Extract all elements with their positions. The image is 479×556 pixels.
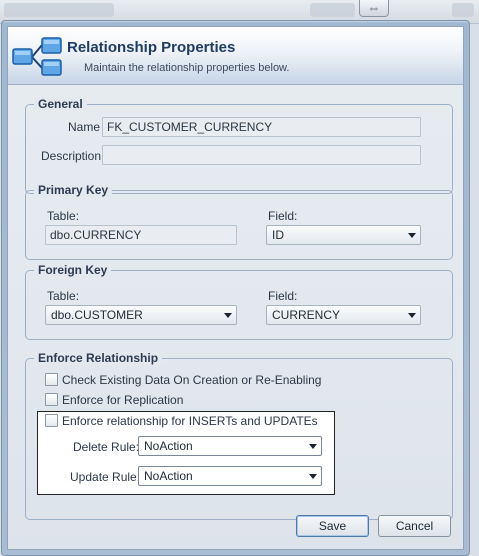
delete-rule-dropdown[interactable]: NoAction [138, 436, 322, 456]
check-existing-checkbox[interactable] [45, 373, 58, 386]
relationship-tables-icon [12, 37, 62, 76]
inserts-updates-label[interactable]: Enforce relationship for INSERTs and UPD… [62, 414, 318, 428]
relationship-properties-dialog: Relationship Properties Maintain the rel… [1, 20, 470, 556]
name-field[interactable]: FK_CUSTOMER_CURRENCY [102, 117, 421, 137]
dialog-subtitle: Maintain the relationship properties bel… [84, 62, 290, 74]
fk-table-dropdown[interactable]: dbo.CUSTOMER [45, 305, 237, 325]
pk-field-label: Field: [268, 209, 298, 223]
fk-table-value: dbo.CUSTOMER [51, 308, 143, 322]
dialog-header: Relationship Properties Maintain the rel… [8, 27, 463, 85]
replication-checkbox[interactable] [45, 393, 58, 406]
cancel-button[interactable]: Cancel [378, 515, 451, 537]
blurred-background-text [4, 3, 114, 17]
chevron-down-icon [408, 313, 416, 318]
chevron-down-icon [224, 313, 232, 318]
fk-field-value: CURRENCY [272, 308, 341, 322]
pk-field-value: ID [272, 228, 284, 242]
inserts-updates-checkbox[interactable] [45, 414, 58, 427]
pk-table-field[interactable]: dbo.CURRENCY [45, 225, 237, 245]
check-existing-label[interactable]: Check Existing Data On Creation or Re-En… [62, 373, 321, 387]
chevron-down-icon [309, 474, 317, 479]
replication-label[interactable]: Enforce for Replication [62, 393, 183, 407]
general-group-title: General [34, 97, 87, 111]
resize-grip-icon[interactable]: ⇔ [359, 0, 389, 17]
primary-key-group-title: Primary Key [34, 183, 113, 197]
description-field[interactable] [102, 145, 421, 165]
pk-table-label: Table: [47, 209, 80, 223]
delete-rule-label: Delete Rule: [73, 440, 140, 454]
fk-field-dropdown[interactable]: CURRENCY [266, 305, 421, 325]
dialog-title: Relationship Properties [67, 39, 236, 56]
foreign-key-group-title: Foreign Key [34, 263, 112, 277]
fk-table-label: Table: [47, 289, 80, 303]
update-rule-dropdown[interactable]: NoAction [138, 466, 322, 486]
update-rule-value: NoAction [144, 469, 193, 483]
blurred-background-text [452, 3, 474, 17]
blurred-background-text [310, 3, 355, 17]
enforce-group-title: Enforce Relationship [34, 351, 163, 365]
update-rule-label: Update Rule: [70, 470, 141, 484]
chevron-down-icon [309, 444, 317, 449]
name-label: Name [68, 120, 101, 134]
description-label: Description [41, 149, 102, 163]
pk-field-dropdown[interactable]: ID [266, 225, 421, 245]
delete-rule-value: NoAction [144, 439, 193, 453]
dialog-client-area: Relationship Properties Maintain the rel… [7, 26, 464, 550]
chevron-down-icon [408, 233, 416, 238]
save-button[interactable]: Save [296, 515, 369, 537]
fk-field-label: Field: [268, 289, 298, 303]
